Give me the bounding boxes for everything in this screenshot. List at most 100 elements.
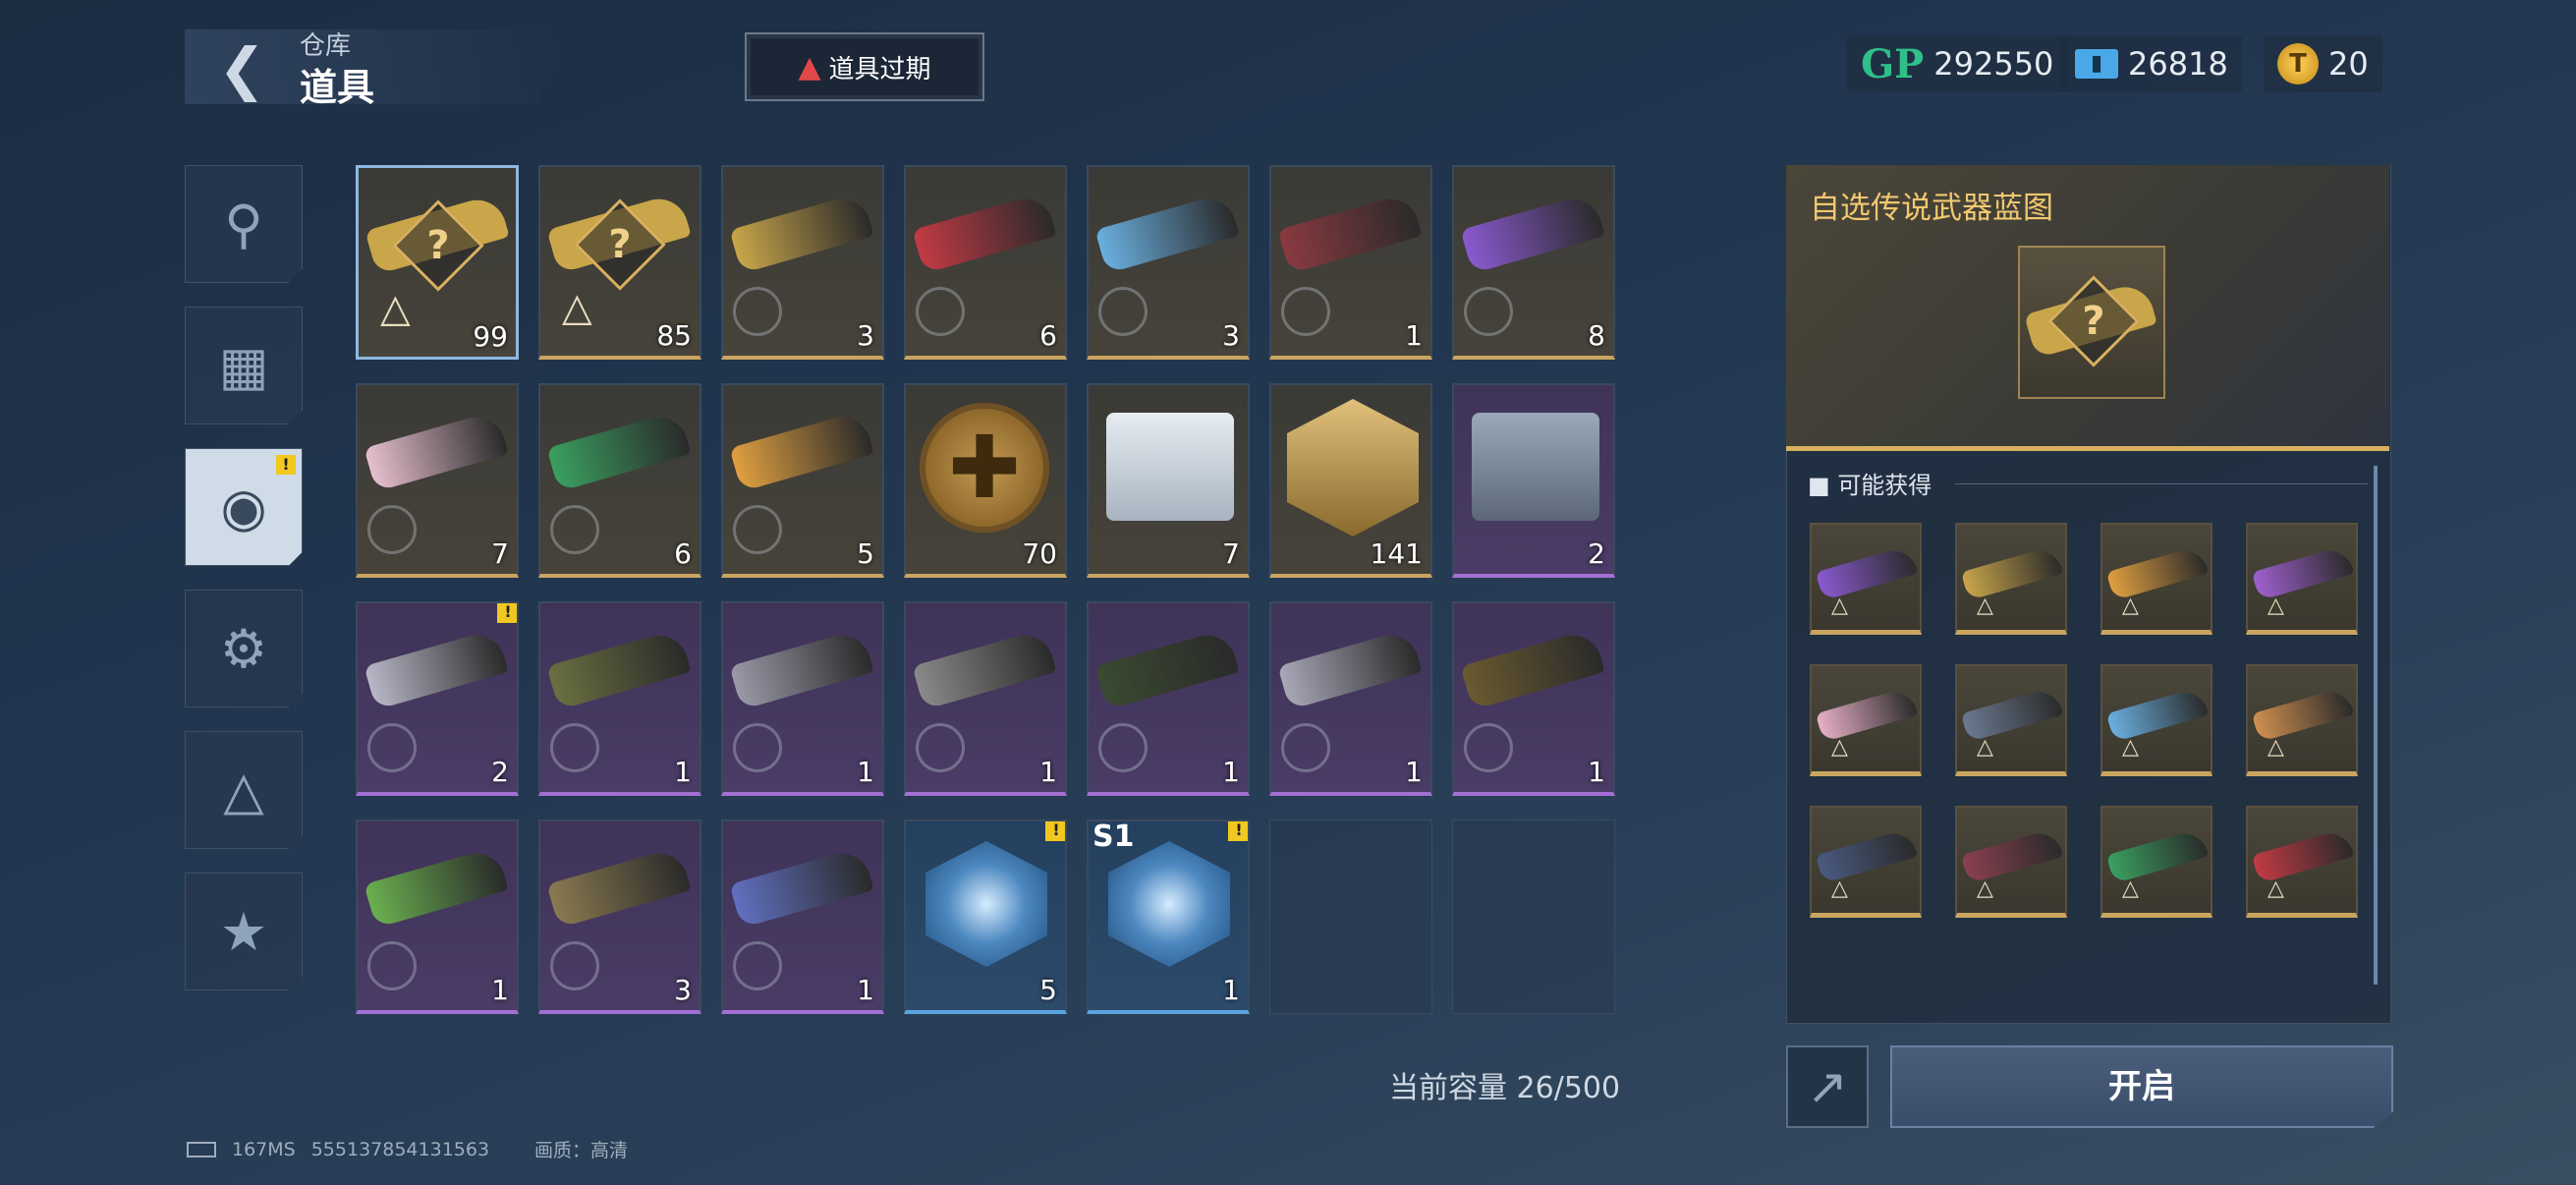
item-slot[interactable]: 141 [1269,383,1432,578]
ping-text: 167MS [232,1138,296,1160]
reward-item[interactable]: △ [2246,523,2358,635]
timer-icon [367,723,417,772]
item-slot[interactable]: 7 [1087,383,1250,578]
item-slot[interactable]: 1 [904,601,1067,796]
blueprint-icon: △ [1977,876,1993,901]
page-title: 道具 [300,66,375,109]
item-slot[interactable]: 3 [1087,165,1250,360]
item-slot[interactable]: ? △ 85 [538,165,701,360]
item-slot[interactable]: 3 [538,819,701,1014]
item-slot[interactable]: 3 [721,165,884,360]
reward-item[interactable]: △ [2246,806,2358,918]
back-arrow-icon[interactable]: ❮ [218,40,273,97]
weapon-art [1277,192,1423,274]
item-slot[interactable]: ? △ 99 [356,165,519,360]
crystal-cube-icon [1108,841,1230,967]
reward-item[interactable]: △ [2100,664,2212,776]
expired-items-button[interactable]: ▲ 道具过期 [745,32,984,101]
item-slot[interactable]: 1 [1269,601,1432,796]
item-slot[interactable]: 1 [1087,601,1250,796]
item-slot[interactable]: 1! S1 [1087,819,1250,1014]
timer-icon [733,287,782,336]
timer-icon [1464,723,1513,772]
blueprint-icon: △ [1977,735,1993,760]
reward-item[interactable]: △ [1955,523,2067,635]
hex-emblem-icon [1287,399,1419,536]
tab-gear[interactable]: ⚙ [185,590,303,707]
item-slot[interactable]: 6 [904,165,1067,360]
blueprint-icon: △ [2122,876,2139,901]
season-tag: S1 [1092,819,1135,854]
reward-item[interactable]: △ [1810,523,1922,635]
item-slot[interactable]: 2 [1452,383,1615,578]
blueprint-icon: △ [1831,876,1848,901]
item-count: 7 [491,537,509,570]
weapon-art [1960,827,2064,884]
reward-item[interactable]: △ [1810,806,1922,918]
tab-items[interactable]: ◉ ! [185,448,303,566]
open-button[interactable]: 开启 [1890,1045,2393,1128]
grenade-icon: ◉ [220,476,267,538]
timer-icon [550,941,599,990]
weapon-art [1277,628,1423,710]
item-slot[interactable]: 1 [356,819,519,1014]
item-slot[interactable]: ✚ 70 [904,383,1067,578]
gp-icon: GP [1861,40,1925,87]
tab-weapons[interactable]: ⚲ [185,165,303,283]
reward-item[interactable]: △ [1955,664,2067,776]
coin-value: 20 [2328,45,2369,83]
weapon-art [546,628,692,710]
share-button[interactable]: ↗ [1786,1045,1869,1128]
blueprint-icon: △ [562,285,592,330]
item-count: 5 [857,537,874,570]
item-slot[interactable]: 5! [904,819,1067,1014]
weapon-art [1460,192,1605,274]
weapon-art [2105,544,2210,601]
reward-item[interactable]: △ [2100,806,2212,918]
item-count: 1 [1588,756,1605,788]
weapon-art [1094,192,1240,274]
timer-icon [1281,723,1330,772]
item-count: 70 [1022,537,1057,570]
reward-item[interactable]: △ [1810,664,1922,776]
item-slot[interactable]: 1 [1269,165,1432,360]
reward-scrollbar-thumb[interactable] [2374,466,2378,985]
reward-item[interactable]: △ [1955,806,2067,918]
scroll-icon: ▦ [218,334,269,397]
item-slot[interactable]: 6 [538,383,701,578]
item-count: 3 [674,974,692,1006]
item-count: 1 [1405,756,1423,788]
pistol-icon: ⚲ [224,193,263,255]
item-slot[interactable]: 1 [538,601,701,796]
star-icon: ★ [219,900,268,963]
reward-item[interactable]: △ [2100,523,2212,635]
item-slot[interactable]: 7 [356,383,519,578]
item-slot[interactable]: 8 [1452,165,1615,360]
expired-items-label: 道具过期 [828,54,931,85]
detail-title: 自选传说武器蓝图 [1810,191,2053,226]
share-icon: ↗ [1807,1058,1848,1115]
tab-scrolls[interactable]: ▦ [185,307,303,424]
item-count: 1 [1222,756,1240,788]
weapon-art [1815,686,1919,743]
item-slot[interactable]: 1 [1452,601,1615,796]
item-slot[interactable]: 1 [721,819,884,1014]
timer-icon [1098,723,1148,772]
tab-favorites[interactable]: ★ [185,873,303,990]
item-slot[interactable]: 5 [721,383,884,578]
weapon-art [2105,686,2210,743]
item-count: 1 [857,974,874,1006]
ticket-value: 26818 [2128,45,2228,83]
item-slot[interactable]: 2! [356,601,519,796]
timer-icon [1098,287,1148,336]
reward-item[interactable]: △ [2246,664,2358,776]
notice-badge: ! [497,603,517,623]
notice-badge: ! [1045,821,1065,841]
timer-icon [550,723,599,772]
warning-icon: ▲ [798,49,821,85]
weapon-art [364,410,509,492]
item-slot[interactable]: 1 [721,601,884,796]
weapon-art [364,628,509,710]
blueprint-icon: △ [380,286,411,331]
tab-blueprints[interactable]: △ [185,731,303,849]
